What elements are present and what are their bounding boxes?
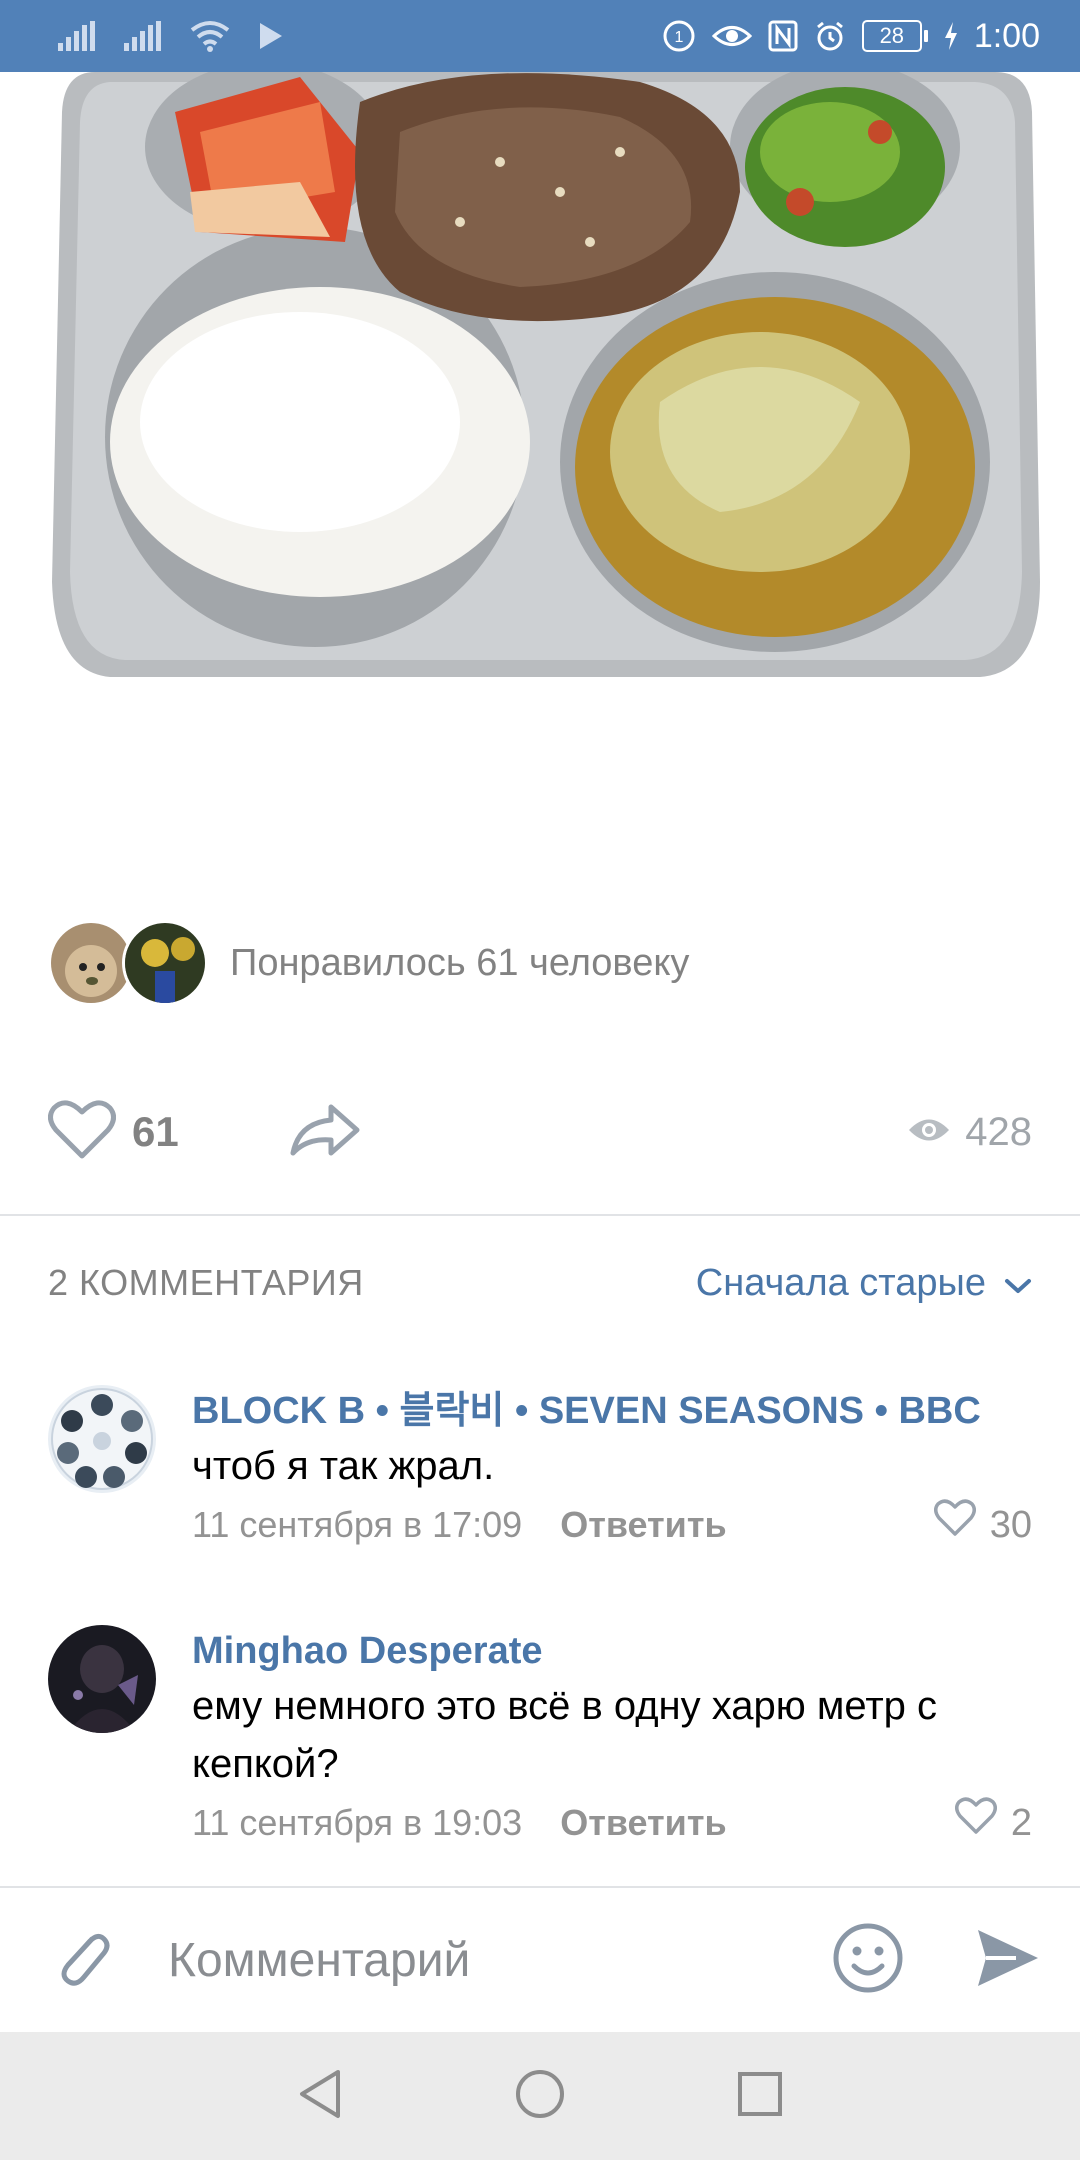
share-button[interactable] [289,1103,361,1162]
svg-text:1: 1 [674,29,683,46]
views-count: 428 [965,1109,1032,1154]
divider [0,1214,1080,1216]
back-icon[interactable] [296,2068,344,2125]
like-button[interactable]: 61 [48,1099,179,1165]
comment-input-bar [0,1886,1080,2032]
comments-count: 2 КОММЕНТАРИЯ [48,1262,364,1303]
signal-icon-2 [124,21,162,51]
signal-icon [58,21,96,51]
comment-like-button[interactable]: 2 [954,1797,1032,1849]
attach-icon[interactable] [52,1925,116,1996]
post-image[interactable] [0,72,1080,692]
reply-button[interactable]: Ответить [560,1797,726,1849]
reply-button[interactable]: Ответить [560,1499,726,1551]
comment-item: Minghao Desperate ему немного это всё в … [48,1625,1032,1849]
heart-icon [954,1797,997,1849]
system-nav-bar [0,2032,1080,2160]
data-saver-icon: 1 [662,19,696,53]
status-bar: 1 28 1:00 [0,0,1080,72]
views-counter: 428 [907,1110,1032,1155]
post-actions: 61 428 [48,1099,1032,1165]
comment-like-count: 2 [1010,1802,1032,1844]
play-store-icon [258,22,284,50]
likers-summary[interactable]: Понравилось 61 человеку [48,920,689,1006]
heart-icon [48,1099,116,1165]
emoji-icon[interactable] [832,1922,904,1999]
eye-comfort-icon [711,21,752,51]
like-count: 61 [132,1108,179,1155]
comment-item: BLOCK B • 블락비 • SEVEN SEASONS • BBC чтоб… [48,1385,1032,1551]
battery-icon: 28 [861,20,928,52]
comment-like-button[interactable]: 30 [933,1499,1032,1551]
comment-author[interactable]: Minghao Desperate [192,1625,1032,1677]
battery-level: 28 [861,20,922,52]
heart-icon [933,1499,976,1551]
wifi-icon [190,20,230,52]
comment-date: 11 сентября в 19:03 [192,1802,523,1843]
sort-dropdown[interactable]: Сначала старые [696,1262,1032,1305]
comment-text: ему немного это всё в одну харю метр с к… [192,1684,937,1786]
comment-author[interactable]: BLOCK B • 블락비 • SEVEN SEASONS • BBC [192,1385,1032,1437]
liker-avatar [122,920,208,1006]
eye-icon [907,1110,951,1155]
comment-avatar[interactable] [48,1625,156,1733]
share-icon [289,1103,361,1162]
comment-input[interactable] [168,1932,812,1988]
comment-date: 11 сентября в 17:09 [192,1504,523,1545]
send-icon[interactable] [976,1928,1040,1993]
comment-like-count: 30 [989,1504,1032,1546]
comments-header: 2 КОММЕНТАРИЯ Сначала старые [48,1255,1032,1311]
nfc-icon [768,20,798,52]
chevron-down-icon [1004,1262,1032,1305]
home-icon[interactable] [514,2068,566,2125]
alarm-icon [814,20,846,52]
comment-text: чтоб я так жрал. [192,1444,495,1488]
recents-icon[interactable] [736,2070,784,2123]
sort-label: Сначала старые [695,1261,986,1304]
comment-avatar[interactable] [48,1385,156,1493]
clock: 1:00 [973,16,1040,55]
likers-text: Понравилось 61 человеку [230,941,690,984]
charging-icon [944,22,958,50]
